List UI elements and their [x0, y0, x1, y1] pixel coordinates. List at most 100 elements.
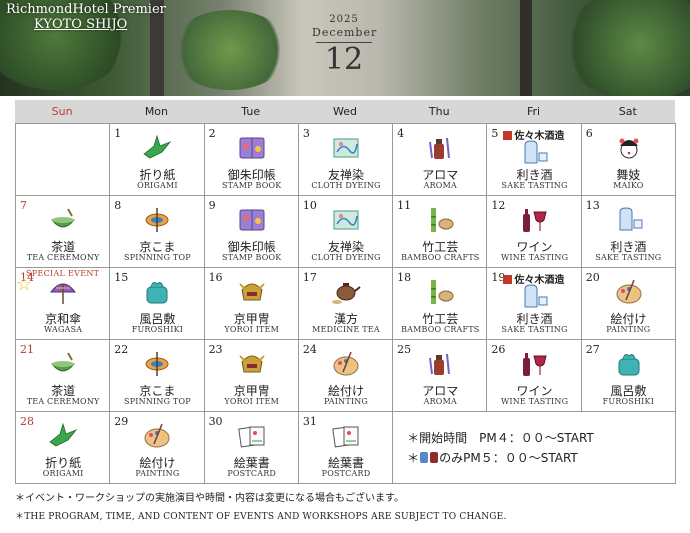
event-name-en: WINE TASTING	[500, 253, 569, 262]
wine-sake-time-row: ＊ のみPM５：００～START	[407, 449, 578, 466]
day-number: 10	[302, 199, 317, 212]
origami-crane-icon	[48, 422, 78, 450]
day-number: 7	[20, 199, 27, 212]
day-number: 23	[208, 343, 223, 356]
hotel-name-sub: KYOTO SHIJO	[34, 17, 128, 32]
day-number: 13	[585, 199, 600, 212]
notes: ＊イベント・ワークショップの実施演目や時間・内容は変更になる場合もございます。 …	[15, 489, 507, 522]
wine-mini-icon	[430, 452, 439, 463]
day-number: 21	[20, 343, 34, 356]
schedule-info-box: ＊開始時間 PM４：００～START ＊ のみPM５：００～START	[392, 411, 676, 484]
event-name-en: PAINTING	[606, 325, 651, 334]
aroma-bottle-icon	[425, 134, 455, 162]
event-name-en: SAKE TASTING	[595, 253, 662, 262]
brewery-logo-icon	[503, 131, 513, 140]
event-name-en: YOROI ITEM	[224, 397, 280, 406]
day-number: 27	[585, 343, 600, 356]
event-name-en: FUROSHIKI	[602, 397, 655, 406]
calendar-day-cell: 27 風呂敷 FUROSHIKI	[580, 339, 676, 412]
event-name-en: PAINTING	[323, 397, 369, 406]
event-name-en: MEDICINE TEA	[312, 325, 380, 334]
weekday-header: Sun Mon Tue Wed Thu Fri Sat	[15, 100, 675, 123]
calendar-day-cell: 6 舞妓 MAIKO	[580, 123, 676, 196]
weekday-fri: Fri	[526, 105, 541, 118]
day-number: 20	[585, 271, 600, 284]
sake-icon	[519, 139, 549, 167]
year-label: 2025	[329, 14, 359, 25]
brewery-logo-icon	[503, 275, 513, 284]
event-name-en: SAKE TASTING	[501, 325, 568, 334]
event-name-en: WAGASA	[44, 325, 83, 334]
event-name-en: ORIGAMI	[42, 469, 84, 478]
calendar-grid: 1 折り紙 ORIGAMI 2 御朱印帳 STAMP BOOK 3 友禅染 CLOTH DYEI…	[15, 123, 676, 484]
cloth-dyeing-icon	[331, 206, 361, 234]
weekday-mon: Mon	[144, 105, 169, 118]
weekday-thu: Thu	[428, 105, 450, 118]
calendar-day-cell: 22 京こま SPINNING TOP	[109, 339, 205, 412]
bamboo-icon	[425, 206, 455, 234]
calendar-day-cell: 9 御朱印帳 STAMP BOOK	[203, 195, 299, 268]
event-name-en: SAKE TASTING	[501, 181, 568, 190]
spinning-top-icon	[142, 350, 172, 378]
month-label: December	[312, 26, 378, 39]
day-number: 30	[208, 415, 223, 428]
calendar-day-cell: 31 絵葉書 POSTCARD	[297, 411, 394, 484]
maiko-icon	[614, 134, 644, 162]
furoshiki-icon	[142, 278, 172, 306]
palette-icon	[331, 350, 361, 378]
calendar-day-cell: 17 漢方 MEDICINE TEA	[297, 267, 394, 340]
calendar-day-cell: 8 京こま SPINNING TOP	[109, 195, 205, 268]
calendar-day-cell: 14 ☆ SPECIAL EVENT 京和傘 WAGASA	[15, 267, 111, 340]
calendar-day-cell: 3 友禅染 CLOTH DYEING	[297, 123, 394, 196]
event-name-en: MAIKO	[613, 181, 644, 190]
event-name-en: STAMP BOOK	[222, 253, 282, 262]
event-name-en: BAMBOO CRAFTS	[401, 325, 480, 334]
calendar-day-cell: 28 折り紙 ORIGAMI	[15, 411, 111, 484]
wine-icon	[519, 206, 549, 234]
event-name-en: FUROSHIKI	[131, 325, 184, 334]
calendar-day-cell: 15 風呂敷 FUROSHIKI	[109, 267, 205, 340]
day-number: 22	[114, 343, 129, 356]
tree-foliage-mid	[170, 10, 290, 90]
day-number: 17	[302, 271, 317, 284]
day-number: 16	[208, 271, 223, 284]
calendar-day-cell: 26 ワイン WINE TASTING	[486, 339, 582, 412]
event-name-en: YOROI ITEM	[224, 325, 280, 334]
calendar-day-cell: 10 友禅染 CLOTH DYEING	[297, 195, 394, 268]
event-name-en: PAINTING	[135, 469, 180, 478]
note-english: ＊THE PROGRAM, TIME, AND CONTENT OF EVENT…	[15, 512, 507, 522]
sake-icon	[519, 283, 549, 311]
postcard-icon	[237, 422, 267, 450]
wine-icon	[519, 350, 549, 378]
day-number: 31	[302, 415, 317, 428]
sake-mini-icon	[420, 452, 429, 463]
weekday-wed: Wed	[332, 105, 357, 118]
event-name-en: CLOTH DYEING	[311, 253, 381, 262]
calendar-day-cell: 25 アロマ AROMA	[392, 339, 488, 412]
start-time-text: ＊開始時間 PM４：００～START	[407, 431, 594, 445]
hotel-name: RichmondHotel Premier KYOTO SHIJO	[6, 2, 166, 32]
armor-icon	[237, 278, 267, 306]
cloth-dyeing-icon	[331, 134, 361, 162]
calendar-day-cell: 5 佐々木酒造 利き酒 SAKE TASTING	[486, 123, 582, 196]
day-number: 26	[491, 343, 506, 356]
day-number: 6	[585, 127, 593, 140]
calendar-day-cell: 29 絵付け PAINTING	[109, 411, 205, 484]
event-name-en: SPINNING TOP	[124, 397, 191, 406]
event-name-en: BAMBOO CRAFTS	[401, 253, 480, 262]
day-number: 3	[302, 127, 310, 140]
palette-icon	[614, 278, 644, 306]
tea-bowl-icon	[48, 350, 78, 378]
event-name-en: WINE TASTING	[500, 397, 569, 406]
header-photo: RichmondHotel Premier KYOTO SHIJO 2025 D…	[0, 0, 690, 96]
calendar-day-cell: 21 茶道 TEA CEREMONY	[15, 339, 111, 412]
day-number: 24	[302, 343, 317, 356]
day-number: 8	[114, 199, 122, 212]
day-number: 25	[397, 343, 412, 356]
event-name-en: TEA CEREMONY	[26, 397, 100, 406]
note-japanese: ＊イベント・ワークショップの実施演目や時間・内容は変更になる場合もございます。	[15, 493, 404, 504]
event-name-en: AROMA	[423, 397, 457, 406]
pillar-right	[520, 0, 532, 96]
calendar-day-cell: 11 竹工芸 BAMBOO CRAFTS	[392, 195, 488, 268]
special-event-label: SPECIAL EVENT	[26, 269, 100, 278]
